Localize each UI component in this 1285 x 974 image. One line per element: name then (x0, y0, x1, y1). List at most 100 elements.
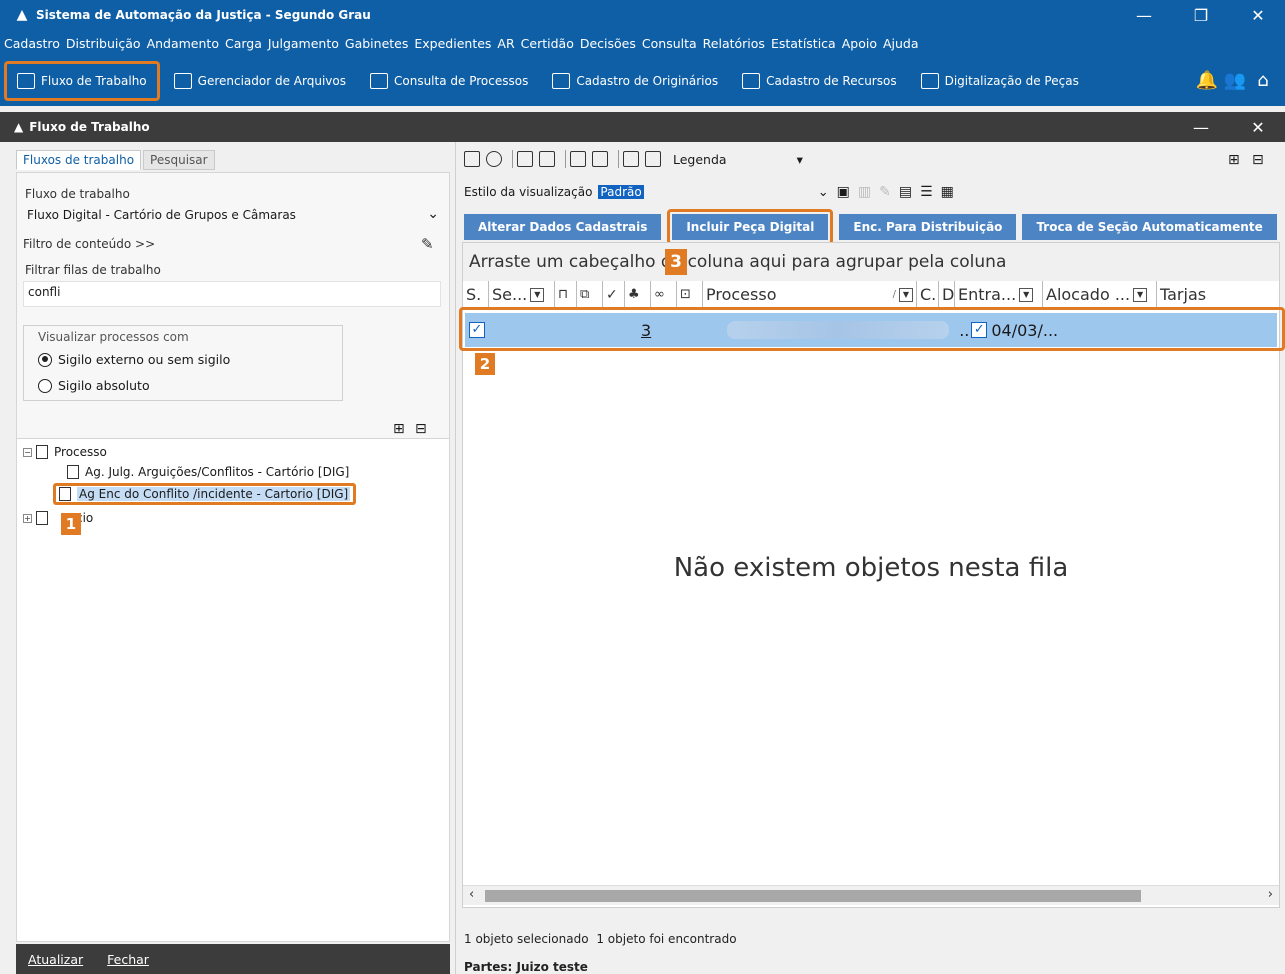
col-header-attach[interactable]: ⧉ (577, 280, 603, 309)
cadastro-recursos-button[interactable]: Cadastro de Recursos (732, 61, 906, 101)
menu-expedientes[interactable]: Expedientes (414, 36, 491, 51)
filter-dropdown-icon[interactable]: ▼ (1133, 287, 1148, 302)
group-drop-area[interactable]: Arraste um cabeçalho de coluna aqui para… (463, 243, 1279, 281)
col-tarjas-label: Tarjas (1160, 285, 1207, 304)
col-header-processo[interactable]: Processo / ▼ (703, 280, 917, 309)
filter-dropdown-icon[interactable]: ▼ (899, 287, 913, 302)
paste-icon[interactable] (570, 151, 586, 167)
users-icon[interactable]: 👥 (1221, 66, 1249, 94)
col-header-tarjas[interactable]: Tarjas (1157, 281, 1217, 309)
fechar-button[interactable]: Fechar (107, 952, 149, 967)
save-icon[interactable]: ▣ (837, 184, 850, 200)
scroll-right-icon[interactable]: › (1268, 887, 1273, 902)
collapse-all-icon[interactable]: ⊟ (415, 421, 427, 437)
filtro-conteudo-link[interactable]: Filtro de conteúdo >> (23, 237, 155, 251)
tree-node-ag-julg[interactable]: Ag. Julg. Arguições/Conflitos - Cartório… (67, 465, 349, 479)
edit-icon: ✎ (879, 184, 891, 200)
select-all-icon[interactable] (517, 151, 533, 167)
col-header-people[interactable]: ♣ (625, 280, 651, 309)
col-header-entrada[interactable]: Entra... ▼ (955, 280, 1043, 309)
chevron-down-icon[interactable]: ⌄ (818, 185, 829, 200)
document-stack-icon: ⊡ (680, 287, 691, 302)
process-grid: Arraste um cabeçalho de coluna aqui para… (459, 242, 1285, 908)
menu-distribuicao[interactable]: Distribuição (66, 36, 141, 51)
enc-distribuicao-button[interactable]: Enc. Para Distribuição (839, 214, 1017, 240)
scroll-left-icon[interactable]: ‹ (469, 887, 474, 902)
collapse-icon[interactable]: − (23, 447, 32, 457)
incluir-peca-button[interactable]: Incluir Peça Digital (672, 214, 829, 240)
legenda-label[interactable]: Legenda (673, 152, 727, 167)
menu-ajuda[interactable]: Ajuda (883, 36, 919, 51)
archive-icon[interactable] (592, 151, 608, 167)
col-header-check[interactable]: ✓ (603, 280, 625, 309)
refresh-icon[interactable] (486, 151, 502, 167)
menu-andamento[interactable]: Andamento (147, 36, 219, 51)
copy-icon[interactable] (539, 151, 555, 167)
menu-estatistica[interactable]: Estatística (771, 36, 836, 51)
tab-fluxos[interactable]: Fluxos de trabalho (16, 150, 142, 170)
tree-node-ag-enc[interactable]: Ag Enc do Conflito /incidente - Cartorio… (53, 483, 357, 505)
close-button[interactable]: ✕ (1235, 0, 1281, 30)
gerenciador-arquivos-button[interactable]: Gerenciador de Arquivos (164, 61, 356, 101)
col-header-alocado[interactable]: Alocado ... ▼ (1043, 280, 1157, 309)
columns-icon[interactable]: ▤ (899, 184, 912, 200)
bell-icon[interactable]: 🔔 (1193, 66, 1221, 94)
menu-julgamento[interactable]: Julgamento (268, 36, 339, 51)
radio-sigilo-absoluto[interactable]: Sigilo absoluto (38, 378, 150, 393)
tab-pesquisar[interactable]: Pesquisar (143, 150, 215, 170)
expand-all-icon[interactable]: ⊞ (393, 421, 405, 437)
filter-dropdown-icon[interactable]: ▼ (1019, 287, 1034, 302)
link-icon: ∞ (654, 287, 665, 302)
menu-ar[interactable]: AR (497, 36, 514, 51)
row-highlight (459, 307, 1285, 351)
fluxo-trabalho-button[interactable]: Fluxo de Trabalho (4, 61, 160, 101)
menu-gabinetes[interactable]: Gabinetes (345, 36, 408, 51)
menu-apoio[interactable]: Apoio (842, 36, 877, 51)
filtrar-input[interactable]: confli (23, 281, 441, 307)
col-header-d[interactable]: D (939, 280, 955, 309)
atualizar-button[interactable]: Atualizar (28, 952, 83, 967)
scroll-thumb[interactable] (485, 890, 1141, 902)
col-header-se[interactable]: Se... ▼ (489, 280, 555, 309)
menu-carga[interactable]: Carga (225, 36, 262, 51)
menu-consulta[interactable]: Consulta (642, 36, 697, 51)
subwindow-close-button[interactable]: ✕ (1235, 112, 1281, 142)
alterar-dados-button[interactable]: Alterar Dados Cadastrais (464, 214, 662, 240)
col-header-bookmark[interactable]: ⊓ (555, 280, 577, 309)
radio-sigilo-externo[interactable]: Sigilo externo ou sem sigilo (38, 352, 230, 367)
minimize-button[interactable]: — (1121, 0, 1167, 30)
broom-icon[interactable]: ✎ (421, 235, 434, 253)
menu-relatorios[interactable]: Relatórios (703, 36, 765, 51)
subwindow-minimize-button[interactable]: — (1178, 112, 1224, 142)
export-icon[interactable] (623, 151, 639, 167)
legenda-dropdown-icon[interactable]: ▾ (797, 152, 803, 167)
col-header-link[interactable]: ∞ (651, 280, 677, 309)
col-c-label: C. (920, 285, 937, 304)
layout-icon[interactable]: ▦ (941, 184, 954, 200)
estilo-select[interactable]: Padrão (598, 185, 644, 199)
find-icon[interactable] (645, 151, 661, 167)
troca-secao-button[interactable]: Troca de Seção Automaticamente (1022, 214, 1277, 240)
tree-node-oficio[interactable]: + cio (23, 511, 93, 525)
new-document-icon[interactable] (464, 151, 480, 167)
consulta-processos-button[interactable]: Consulta de Processos (360, 61, 538, 101)
radio-sigilo-externo-label: Sigilo externo ou sem sigilo (58, 352, 231, 367)
cadastro-originarios-button[interactable]: Cadastro de Originários (542, 61, 728, 101)
list-icon[interactable]: ☰ (920, 184, 933, 200)
tree-node-processo[interactable]: − Processo (23, 445, 107, 459)
col-header-s[interactable]: S. (463, 280, 489, 309)
col-header-doc[interactable]: ⊡ (677, 280, 703, 309)
fluxo-select[interactable]: Fluxo Digital - Cartório de Grupos e Câm… (23, 205, 443, 227)
menu-certidao[interactable]: Certidão (521, 36, 574, 51)
col-header-c[interactable]: C. (917, 280, 939, 309)
restore-button[interactable]: ❐ (1178, 0, 1224, 30)
digitalizacao-pecas-button[interactable]: Digitalização de Peças (911, 61, 1089, 101)
expand-all-icon[interactable]: ⊞ (1228, 152, 1240, 168)
filter-dropdown-icon[interactable]: ▼ (530, 287, 545, 302)
expand-icon[interactable]: + (23, 513, 32, 523)
home-icon[interactable]: ⌂ (1249, 66, 1277, 94)
horizontal-scrollbar[interactable]: ‹ › (463, 885, 1279, 905)
collapse-all-icon[interactable]: ⊟ (1252, 152, 1264, 168)
menu-decisoes[interactable]: Decisões (580, 36, 636, 51)
menu-cadastro[interactable]: Cadastro (4, 36, 60, 51)
